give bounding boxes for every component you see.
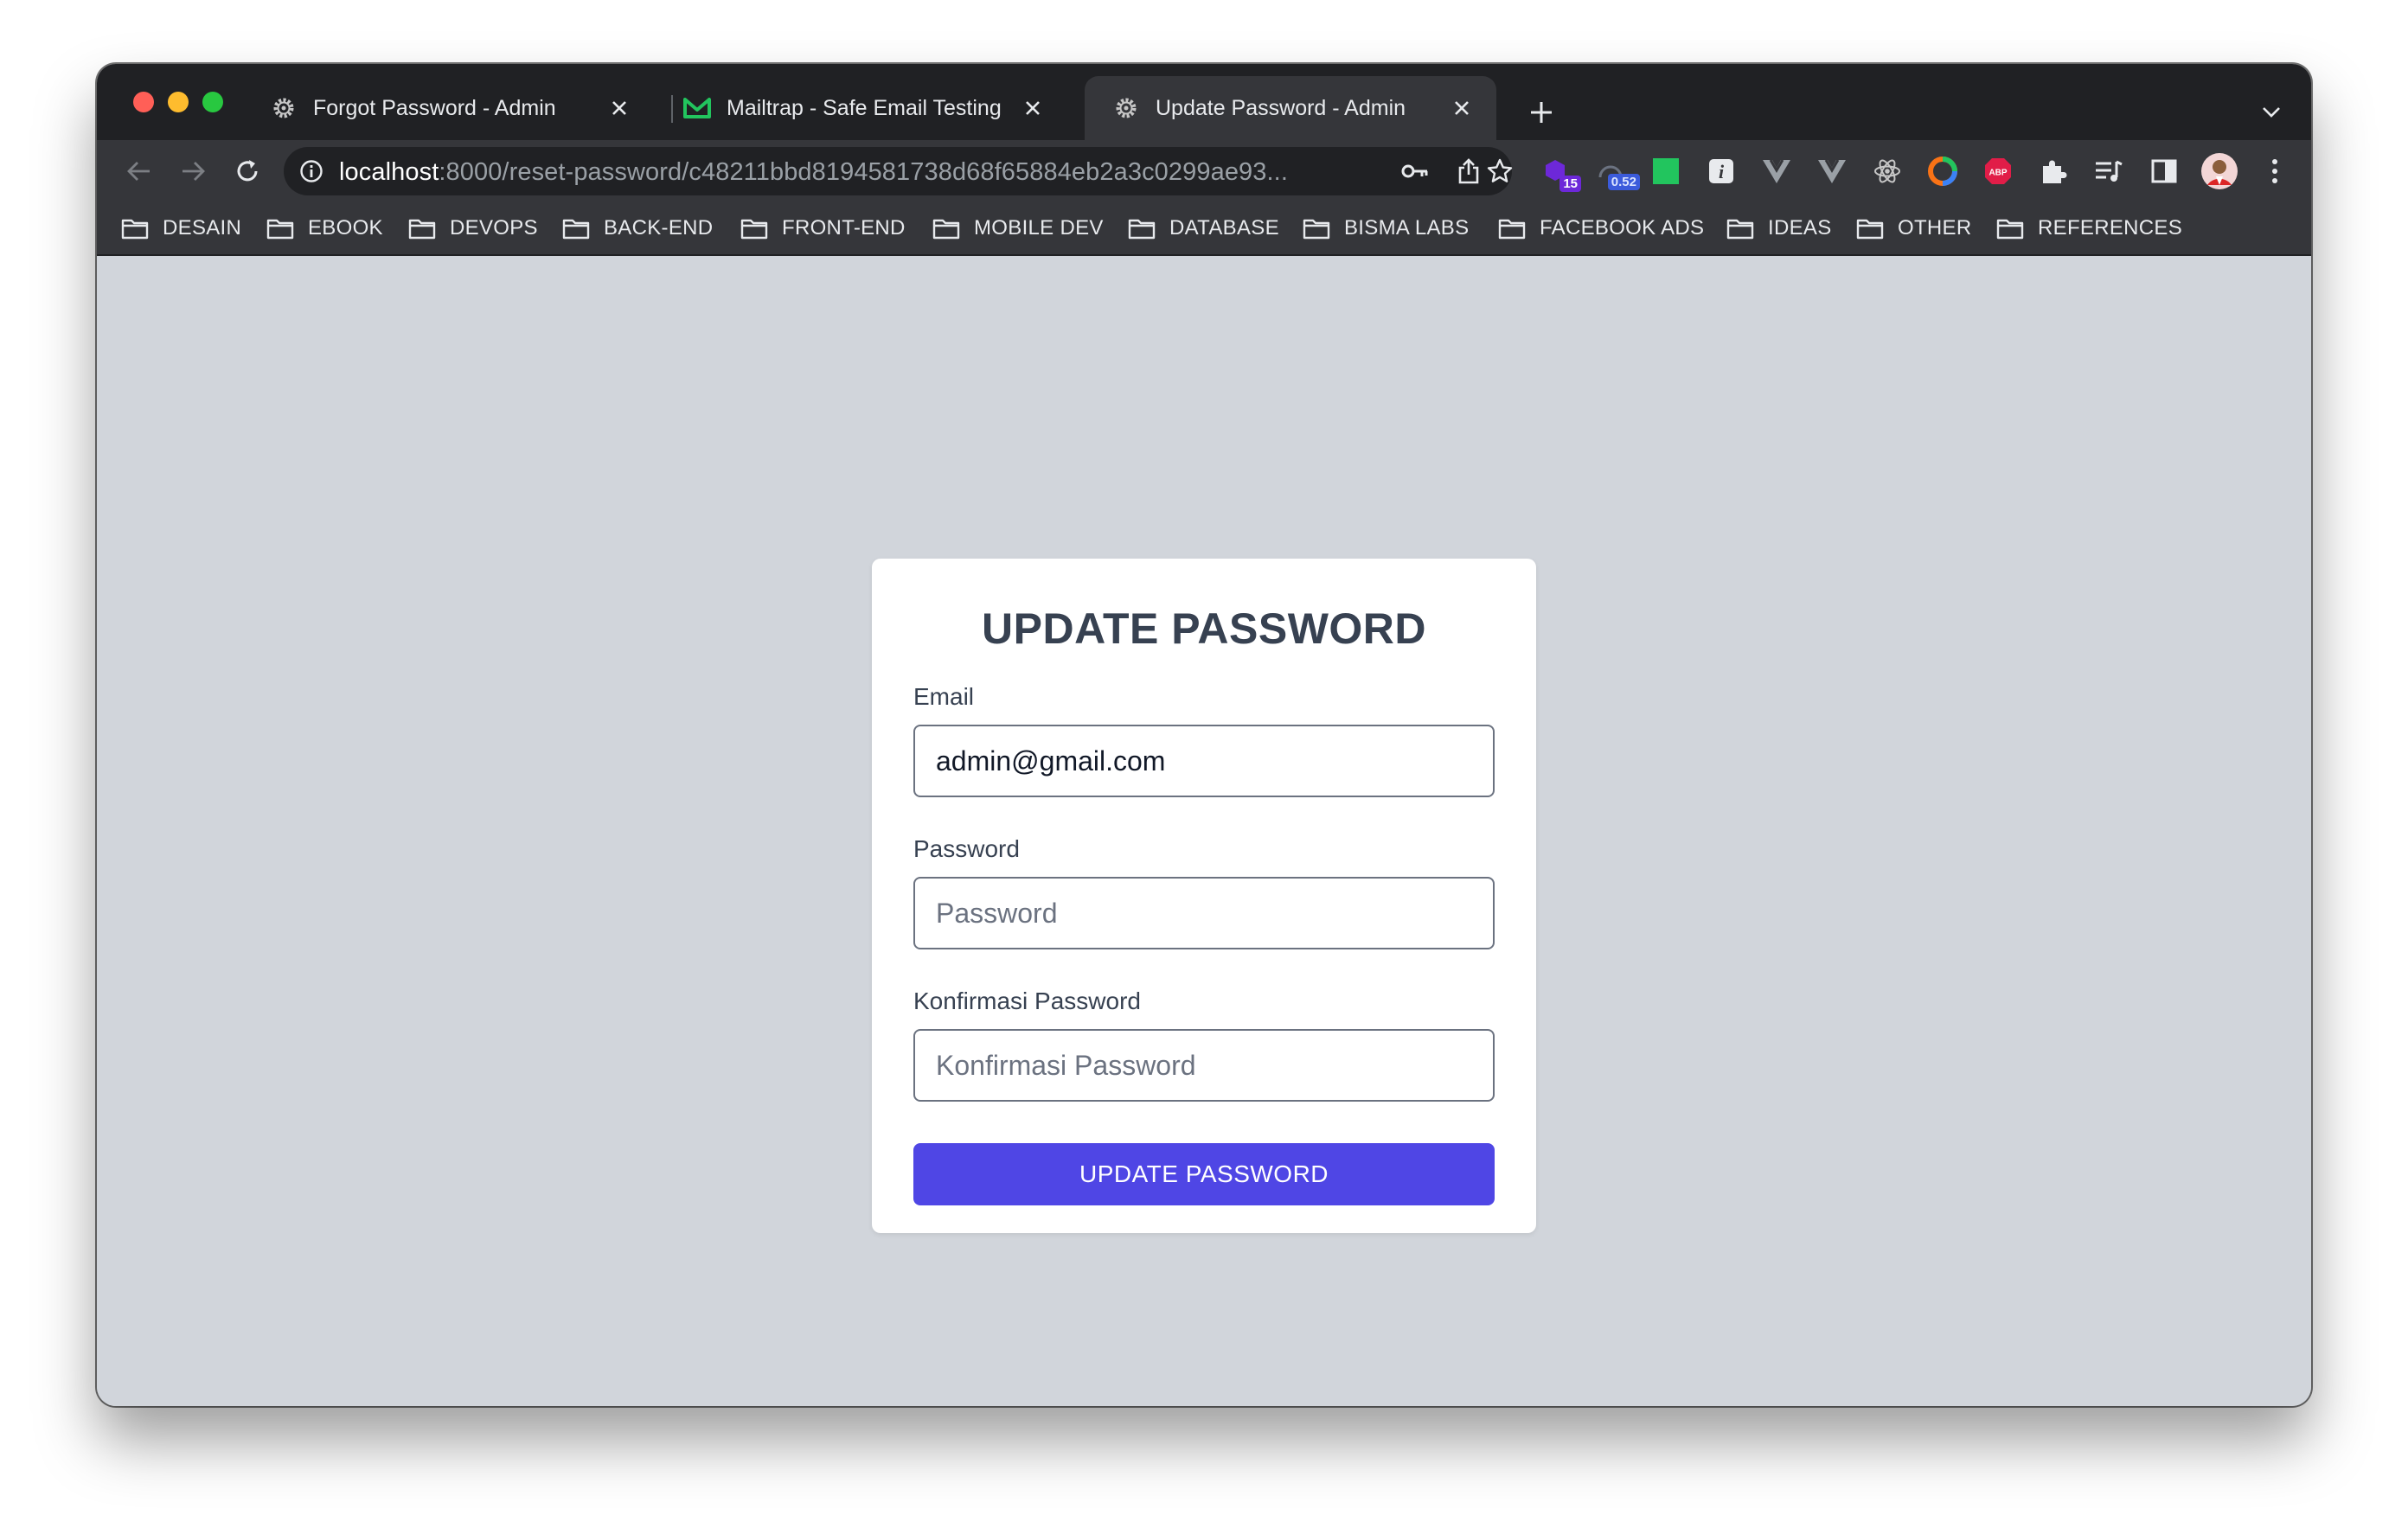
update-password-button[interactable]: UPDATE PASSWORD (913, 1143, 1495, 1205)
bookmark-folder-back-end[interactable]: BACK-END (562, 214, 713, 242)
svg-text:i: i (1719, 161, 1725, 182)
tab-title: Mailtrap - Safe Email Testing (727, 95, 1002, 120)
bookmark-folder-mobile-dev[interactable]: MOBILE DEV (932, 214, 1104, 242)
extension-counter-icon[interactable]: 15 (1536, 152, 1581, 192)
gear-icon (1112, 94, 1140, 122)
forward-arrow-icon[interactable] (175, 152, 213, 190)
vue-devtools-icon[interactable] (1813, 152, 1851, 190)
tab-update-password[interactable]: Update Password - Admin (1085, 76, 1496, 140)
bookmark-label: FRONT-END (782, 216, 906, 240)
chevron-down-icon[interactable] (2254, 95, 2289, 130)
info-icon[interactable] (299, 159, 323, 183)
bookmark-label: DEVOPS (450, 216, 538, 240)
react-devtools-icon[interactable] (1868, 152, 1906, 190)
bookmark-label: OTHER (1898, 216, 1972, 240)
folder-icon (266, 219, 294, 240)
kebab-menu-icon[interactable] (2256, 152, 2294, 190)
folder-icon (932, 219, 960, 240)
close-icon[interactable] (1019, 94, 1047, 122)
bookmarks-bar: DESAIN EBOOK DEVOPS BACK-END FRONT-END M… (97, 202, 2311, 256)
side-panel-icon[interactable] (2145, 152, 2183, 190)
color-picker-icon[interactable] (1924, 152, 1962, 190)
bookmark-label: DESAIN (163, 216, 242, 240)
bookmark-folder-front-end[interactable]: FRONT-END (740, 214, 906, 242)
update-password-card: UPDATE PASSWORD Email Password Konfirmas… (872, 559, 1536, 1233)
folder-icon (562, 219, 590, 240)
bookmark-folder-ebook[interactable]: EBOOK (266, 214, 383, 242)
bookmark-folder-references[interactable]: REFERENCES (1996, 214, 2182, 242)
maximize-window-button[interactable] (202, 92, 223, 112)
extension-badge: 15 (1559, 176, 1581, 192)
bookmark-folder-facebook-ads[interactable]: FACEBOOK ADS (1498, 214, 1704, 242)
folder-icon (1996, 219, 2024, 240)
url-host: localhost (339, 158, 439, 186)
green-square-icon[interactable] (1647, 152, 1685, 190)
abp-label: ABP (1989, 169, 2007, 178)
tab-mailtrap[interactable]: Mailtrap - Safe Email Testing (656, 76, 1067, 140)
tab-title: Update Password - Admin (1156, 95, 1406, 120)
mailtrap-icon (683, 94, 711, 122)
media-queue-icon[interactable] (2090, 152, 2128, 190)
extension-badge: 0.52 (1607, 174, 1640, 190)
share-icon[interactable] (1455, 157, 1483, 185)
bookmark-label: MOBILE DEV (974, 216, 1104, 240)
reload-icon[interactable] (228, 152, 266, 190)
page-viewport: UPDATE PASSWORD Email Password Konfirmas… (97, 256, 2311, 1406)
folder-icon (740, 219, 768, 240)
key-icon[interactable] (1401, 157, 1429, 185)
tab-strip: Forgot Password - Admin Mailtrap - Safe … (97, 64, 2311, 140)
extension-meter-icon[interactable]: 0.52 (1591, 152, 1640, 190)
minimize-window-button[interactable] (168, 92, 189, 112)
adblock-plus-icon[interactable]: ABP (1979, 152, 2017, 190)
bookmark-folder-other[interactable]: OTHER (1856, 214, 1972, 242)
tab-forgot-password[interactable]: Forgot Password - Admin (242, 76, 654, 140)
avatar[interactable] (2200, 152, 2238, 190)
bookmark-label: EBOOK (308, 216, 383, 240)
gear-icon (270, 94, 298, 122)
confirm-password-field[interactable] (913, 1029, 1495, 1102)
url-text: localhost:8000/reset-password/c48211bbd8… (339, 158, 1288, 187)
bookmark-label: DATABASE (1169, 216, 1279, 240)
bookmark-folder-devops[interactable]: DEVOPS (408, 214, 538, 242)
new-tab-button[interactable] (1524, 95, 1559, 130)
bookmark-label: BACK-END (604, 216, 714, 240)
confirm-password-label: Konfirmasi Password (913, 988, 1141, 1014)
bookmark-label: REFERENCES (2038, 216, 2183, 240)
bookmark-folder-bisma-labs[interactable]: BISMA LABS (1303, 214, 1469, 242)
puzzle-icon[interactable] (2034, 152, 2072, 190)
bookmark-folder-database[interactable]: DATABASE (1128, 214, 1279, 242)
folder-icon (121, 219, 149, 240)
close-icon[interactable] (605, 94, 633, 122)
star-icon[interactable] (1486, 157, 1514, 185)
bookmark-folder-desain[interactable]: DESAIN (121, 214, 241, 242)
folder-icon (1856, 219, 1884, 240)
browser-toolbar: localhost:8000/reset-password/c48211bbd8… (97, 140, 2311, 202)
password-field[interactable] (913, 877, 1495, 949)
bookmark-label: FACEBOOK ADS (1540, 216, 1705, 240)
folder-icon (1128, 219, 1156, 240)
info-extension-icon[interactable]: i (1702, 152, 1740, 190)
back-arrow-icon[interactable] (119, 152, 157, 190)
email-label: Email (913, 683, 975, 710)
bookmark-folder-ideas[interactable]: IDEAS (1726, 214, 1832, 242)
folder-icon (1303, 219, 1330, 240)
folder-icon (1726, 219, 1754, 240)
address-bar[interactable]: localhost:8000/reset-password/c48211bbd8… (284, 147, 1514, 195)
vue-devtools-icon[interactable] (1758, 152, 1796, 190)
page-title: UPDATE PASSWORD (982, 604, 1426, 653)
folder-icon (408, 219, 436, 240)
close-window-button[interactable] (133, 92, 154, 112)
browser-window: Forgot Password - Admin Mailtrap - Safe … (97, 64, 2311, 1406)
password-label: Password (913, 835, 1020, 862)
email-field[interactable] (913, 725, 1495, 797)
tab-title: Forgot Password - Admin (313, 95, 556, 120)
bookmark-label: IDEAS (1768, 216, 1832, 240)
folder-icon (1498, 219, 1526, 240)
close-icon[interactable] (1448, 94, 1476, 122)
bookmark-label: BISMA LABS (1344, 216, 1470, 240)
url-path: :8000/reset-password/c48211bbd8194581738… (439, 158, 1288, 186)
